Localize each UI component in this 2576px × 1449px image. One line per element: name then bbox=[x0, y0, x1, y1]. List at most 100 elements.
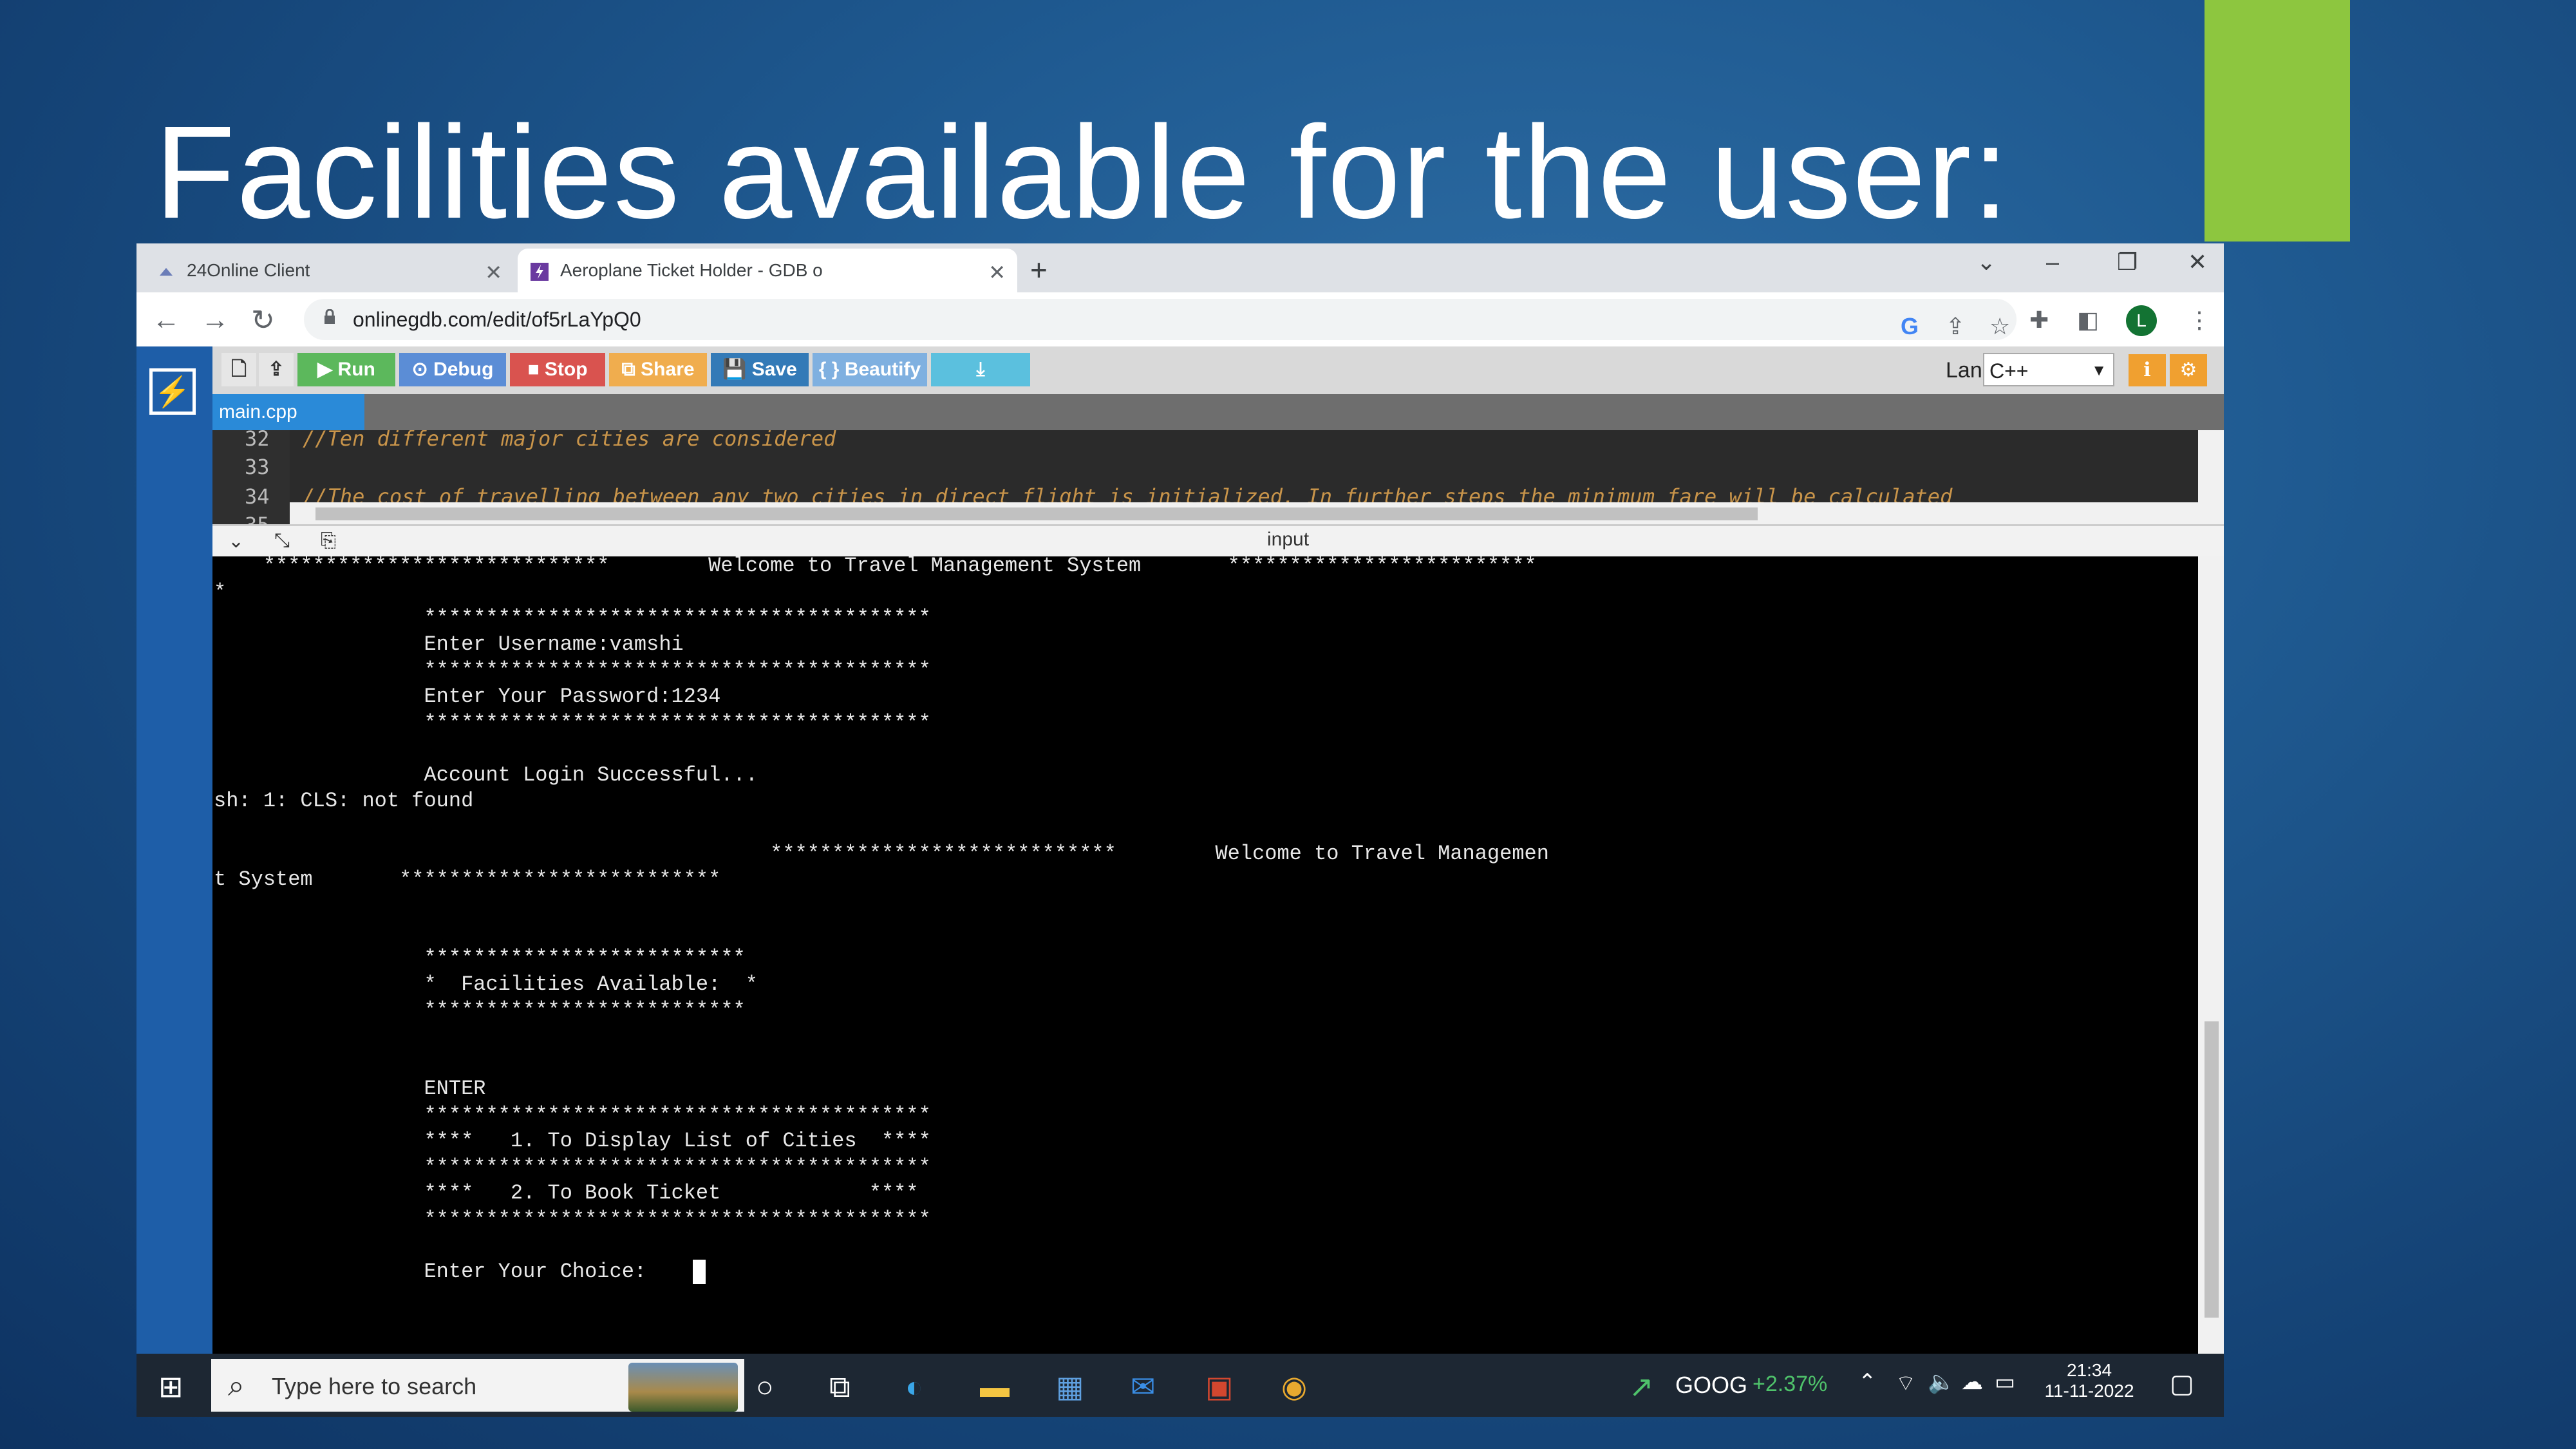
close-window-icon[interactable]: ✕ bbox=[2188, 249, 2207, 276]
stock-up-icon: ↗ bbox=[1629, 1370, 1654, 1403]
run-button[interactable]: ▶ Run bbox=[297, 353, 395, 386]
console-line: **** 2. To Book Ticket **** bbox=[214, 1181, 919, 1206]
download-button[interactable]: ⤓ bbox=[931, 353, 1030, 386]
slide-title: Facilities available for the user: bbox=[155, 99, 2011, 246]
tab-label: Aeroplane Ticket Holder - GDB o bbox=[560, 260, 823, 280]
console-line: ************************** bbox=[214, 946, 746, 970]
wifi-icon[interactable]: ⌔ bbox=[1895, 1369, 1916, 1397]
minimize-icon[interactable]: – bbox=[2046, 249, 2059, 276]
search-highlight-image bbox=[628, 1363, 738, 1412]
console-line: ****************************************… bbox=[214, 658, 931, 683]
upload-icon[interactable]: ⇪ bbox=[259, 353, 294, 386]
menu-kebab-icon[interactable]: ⋮ bbox=[2188, 307, 2211, 334]
console-output[interactable]: **************************** Welcome to … bbox=[212, 556, 2198, 1354]
close-tab-icon[interactable]: ✕ bbox=[485, 260, 502, 285]
scrollbar-thumb[interactable] bbox=[2205, 1021, 2219, 1318]
new-tab-icon[interactable]: + bbox=[1030, 252, 1048, 287]
console-line: ****************************************… bbox=[214, 606, 931, 630]
stock-symbol[interactable]: GOOG bbox=[1675, 1372, 1747, 1399]
line-number: 35 bbox=[245, 513, 270, 524]
file-tab-main[interactable]: main.cpp bbox=[212, 394, 364, 430]
file-explorer-icon[interactable]: ▬ bbox=[980, 1369, 1010, 1404]
debug-button[interactable]: ⊙ Debug bbox=[399, 353, 506, 386]
url-text: onlinegdb.com/edit/of5rLaYpQ0 bbox=[353, 308, 641, 331]
store-icon[interactable]: ▦ bbox=[1056, 1369, 1084, 1404]
onedrive-cloud-icon[interactable]: ☁ bbox=[1961, 1369, 1983, 1395]
mail-icon[interactable]: ✉ bbox=[1131, 1369, 1156, 1404]
back-icon[interactable]: ← bbox=[152, 304, 180, 336]
omnibox[interactable]: onlinegdb.com/edit/of5rLaYpQ0 G ⇪ ☆ bbox=[304, 299, 2017, 340]
extensions-icon[interactable]: ✚ bbox=[2029, 307, 2049, 334]
cortana-icon[interactable]: ○ bbox=[756, 1369, 774, 1404]
tab-onlinegdb[interactable]: Aeroplane Ticket Holder - GDB o ✕ bbox=[518, 249, 1017, 292]
code-editor[interactable]: 32 //Ten different major cities are cons… bbox=[212, 430, 2224, 524]
console-line: **************************** Welcome to … bbox=[214, 556, 1537, 578]
console-line: ****************************************… bbox=[214, 1155, 931, 1179]
gdb-logo-icon[interactable]: ⚡ bbox=[149, 368, 196, 415]
address-bar-row: ← → ↻ onlinegdb.com/edit/of5rLaYpQ0 G ⇪ … bbox=[136, 292, 2224, 346]
taskbar-clock[interactable]: 21:34 11-11-2022 bbox=[2041, 1360, 2138, 1401]
language-value: C++ bbox=[1989, 359, 2029, 383]
line-number: 32 bbox=[245, 430, 270, 451]
share-icon[interactable]: ⇪ bbox=[1946, 313, 1965, 340]
battery-icon[interactable]: ▭ bbox=[1995, 1369, 2015, 1395]
profile-avatar[interactable]: L bbox=[2126, 305, 2157, 336]
task-view-icon[interactable]: ⧉ bbox=[829, 1369, 851, 1405]
screenshot-window: 24Online Client ✕ Aeroplane Ticket Holde… bbox=[136, 243, 2224, 1417]
reload-icon[interactable]: ↻ bbox=[251, 304, 275, 337]
lock-icon bbox=[324, 309, 335, 324]
scrollbar-thumb[interactable] bbox=[315, 507, 1758, 520]
console-line: Enter Your Password:1234 bbox=[214, 685, 721, 708]
console-line: ************************** bbox=[214, 998, 746, 1023]
info-icon[interactable]: ℹ bbox=[2129, 354, 2166, 386]
code-line: //Ten different major cities are conside… bbox=[303, 430, 836, 451]
chrome-icon[interactable]: ◉ bbox=[1281, 1369, 1307, 1404]
edge-icon[interactable]: ◐ bbox=[905, 1369, 923, 1404]
editor-horizontal-scrollbar[interactable] bbox=[290, 502, 2198, 524]
close-tab-icon[interactable]: ✕ bbox=[988, 260, 1006, 285]
beautify-button[interactable]: { } Beautify bbox=[813, 353, 927, 386]
bookmark-star-icon[interactable]: ☆ bbox=[1989, 313, 2010, 340]
tab-search-chevron-icon[interactable]: ⌄ bbox=[1977, 249, 1996, 276]
tab-24online[interactable]: 24Online Client ✕ bbox=[144, 249, 514, 292]
io-panel-bar: ⌄ ⤡ ⎘ input bbox=[212, 524, 2224, 556]
io-label: input bbox=[1267, 529, 1310, 550]
restore-icon[interactable]: ❐ bbox=[2117, 249, 2138, 276]
forward-icon[interactable]: → bbox=[201, 304, 229, 336]
notifications-icon[interactable]: ▢ bbox=[2170, 1369, 2194, 1399]
console-line: Enter Your Choice: bbox=[214, 1260, 647, 1284]
stop-button[interactable]: ■ Stop bbox=[510, 353, 605, 386]
new-file-icon[interactable]: 🗋 bbox=[221, 353, 256, 386]
language-select[interactable]: C++ ▼ bbox=[1983, 353, 2114, 386]
stock-change[interactable]: +2.37% bbox=[1753, 1372, 1827, 1397]
search-icon: ⌕ bbox=[228, 1368, 245, 1402]
console-line: **** 1. To Display List of Cities **** bbox=[214, 1129, 931, 1153]
clock-time: 21:34 bbox=[2066, 1360, 2112, 1380]
powerpoint-icon[interactable]: ▣ bbox=[1205, 1369, 1233, 1404]
accent-block bbox=[2205, 0, 2350, 242]
show-hidden-icons-chevron-icon[interactable]: ⌃ bbox=[1858, 1369, 1877, 1395]
console-line: ****************************************… bbox=[214, 1208, 931, 1231]
settings-gear-icon[interactable]: ⚙ bbox=[2170, 354, 2207, 386]
chevron-down-icon: ▼ bbox=[2091, 362, 2107, 379]
google-icon[interactable]: G bbox=[1901, 313, 1919, 340]
console-line: sh: 1: CLS: not found bbox=[214, 789, 474, 813]
console-line: ****************************************… bbox=[214, 1103, 931, 1127]
cloud-favicon-icon bbox=[160, 268, 173, 276]
editor-vertical-scrollbar[interactable] bbox=[2198, 430, 2224, 524]
console-line: **************************** Welcome to … bbox=[214, 841, 1549, 866]
windows-start-icon[interactable]: ⊞ bbox=[158, 1369, 183, 1404]
expand-icon[interactable]: ⤡ bbox=[274, 530, 290, 552]
volume-icon[interactable]: 🔈 bbox=[1928, 1369, 1955, 1395]
console-line: ****************************************… bbox=[214, 710, 931, 735]
line-number: 34 bbox=[245, 484, 270, 509]
collapse-chevron-icon[interactable]: ⌄ bbox=[228, 530, 244, 553]
console-scrollbar[interactable] bbox=[2198, 556, 2224, 1354]
save-button[interactable]: 💾 Save bbox=[711, 353, 809, 386]
console-line: * bbox=[214, 580, 227, 604]
taskbar-search[interactable]: ⌕ Type here to search bbox=[211, 1359, 744, 1412]
console-line: Account Login Successful... bbox=[214, 762, 758, 787]
side-panel-icon[interactable]: ◧ bbox=[2077, 307, 2099, 334]
copy-icon[interactable]: ⎘ bbox=[321, 530, 336, 552]
share-button[interactable]: ⧉ Share bbox=[609, 353, 707, 386]
